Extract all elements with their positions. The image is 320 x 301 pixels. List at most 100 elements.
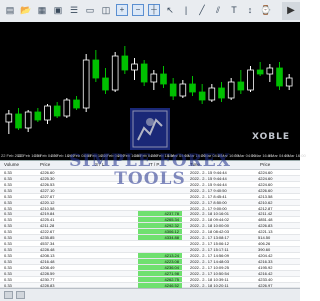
cell-volume: 0.33 — [4, 258, 12, 264]
cell-tp: 4213.24 — [138, 252, 182, 258]
cell-price-current: 4216.42 — [258, 270, 273, 276]
cell-volume: 0.33 — [4, 264, 12, 270]
cell-volume: 0.33 — [4, 187, 12, 193]
cell-time: 2022.. 2.. 18 09:44:02 — [190, 217, 229, 223]
cell-time: 2022.. 2.. 17 9:00:00 — [190, 205, 227, 211]
cell-volume: 0.33 — [4, 181, 12, 187]
column-header-volume[interactable]: Volume — [4, 161, 19, 169]
cell-price-current: 4224.60 — [258, 170, 273, 175]
candle-body[interactable] — [102, 77, 109, 91]
zoom-in-icon[interactable]: + — [116, 4, 128, 16]
cell-tp: 4246.52 — [138, 282, 182, 288]
cell-price-current: 4213.58 — [258, 193, 273, 199]
cell-time: 2022.. 2.. 15 9:44:44 — [190, 181, 227, 187]
candle-body[interactable] — [179, 83, 187, 97]
cell-volume: 0.33 — [4, 276, 12, 282]
candle-body[interactable] — [44, 105, 51, 121]
cell-price: 4226.60 — [40, 170, 55, 175]
cell-price: 4228.59 — [40, 270, 55, 276]
candle-body[interactable] — [140, 63, 148, 83]
candle-body[interactable] — [92, 59, 100, 79]
cell-tp: 4292.32 — [138, 223, 182, 229]
cell-price: 4222.67 — [40, 229, 55, 235]
cell-volume: 0.33 — [4, 211, 12, 217]
candle-body[interactable] — [53, 105, 61, 117]
new-chart-icon[interactable]: ▤ — [4, 4, 16, 16]
candle-body[interactable] — [266, 67, 274, 75]
candle-body[interactable] — [160, 73, 167, 85]
column-header-price-current[interactable]: Price — [260, 161, 270, 169]
cell-volume: 0.33 — [4, 223, 12, 229]
candle-body[interactable] — [227, 81, 235, 99]
period-icon[interactable]: | — [180, 4, 192, 16]
zoom-out-icon[interactable]: − — [132, 4, 144, 16]
cell-price: 4228.48 — [40, 246, 55, 252]
candle-body[interactable] — [63, 99, 71, 117]
cell-price: 4537.34 — [40, 241, 55, 247]
cell-volume: 0.33 — [4, 235, 12, 241]
timeframe-icon[interactable]: ⌚ — [260, 4, 272, 16]
cell-time: 2022.. 2.. 17 10:50:54 — [190, 270, 229, 276]
candle-body[interactable] — [285, 77, 293, 87]
cell-price-current: 4221.13 — [258, 229, 273, 235]
cell-time: 2022.. 2.. 17 15:06:12 — [190, 241, 229, 247]
candle-body[interactable] — [34, 111, 42, 121]
arrows-icon[interactable]: ↕ — [244, 4, 256, 16]
candle-body[interactable] — [150, 73, 158, 83]
status-button-left[interactable] — [4, 291, 13, 299]
candle-body[interactable] — [5, 113, 13, 123]
cell-price: 4227.67 — [40, 193, 55, 199]
column-header-price[interactable]: Price — [40, 161, 50, 169]
profiles-icon[interactable]: ▦ — [36, 4, 48, 16]
text-icon[interactable]: T — [228, 4, 240, 16]
cell-volume: 0.33 — [4, 205, 12, 211]
candle-body[interactable] — [276, 67, 283, 87]
cell-tp: 4237.78 — [138, 211, 182, 217]
candle-body[interactable] — [208, 87, 216, 101]
candle-body[interactable] — [111, 55, 119, 91]
candle-body[interactable] — [73, 99, 80, 109]
candle-body[interactable] — [247, 69, 254, 91]
cell-price-current: 4210.62 — [258, 199, 273, 205]
column-header-sl[interactable]: S / L — [95, 161, 104, 169]
crosshair-icon[interactable]: ┼ — [148, 4, 160, 16]
candle-body[interactable] — [169, 83, 177, 97]
open-icon[interactable]: 📂 — [20, 4, 32, 16]
candle-body[interactable] — [218, 87, 225, 99]
cell-price-current: 4216.33 — [258, 258, 273, 264]
column-header-tp[interactable]: T / P — [150, 161, 159, 169]
cell-price-current: 514.50 — [258, 235, 271, 241]
tester-icon[interactable]: ◫ — [100, 4, 112, 16]
candle-body[interactable] — [131, 63, 138, 71]
cell-time: 2022.. 2.. 17 9:40:50 — [190, 187, 227, 193]
toolbar-scroll-right-icon[interactable]: ▶ — [282, 2, 300, 20]
cell-price-current: 4212.87 — [258, 205, 273, 211]
navigator-icon[interactable]: ☰ — [68, 4, 80, 16]
channel-icon[interactable]: ⫽ — [212, 4, 224, 16]
cell-time: 2022.. 2.. 17 13:08:17 — [190, 235, 229, 241]
candle-body[interactable] — [121, 55, 129, 71]
line-icon[interactable]: ╱ — [196, 4, 208, 16]
cursor-icon[interactable]: ↖ — [164, 4, 176, 16]
terminal-icon[interactable]: ▭ — [84, 4, 96, 16]
cell-volume: 0.33 — [4, 270, 12, 276]
candle-body[interactable] — [82, 59, 90, 109]
cell-tp: 4265.34 — [138, 217, 182, 223]
cell-volume: 0.33 — [4, 170, 12, 175]
chart-window-icon[interactable]: ▣ — [52, 4, 64, 16]
cell-price-current: 4851.48 — [258, 217, 273, 223]
candle-body[interactable] — [15, 113, 22, 129]
candle-body[interactable] — [256, 69, 264, 75]
candle-body[interactable] — [198, 91, 206, 101]
cell-time: 2022.. 2.. 17 10:09:25 — [190, 264, 229, 270]
candle-body[interactable] — [189, 83, 196, 93]
candle-body[interactable] — [237, 81, 245, 91]
status-button-left-2[interactable] — [16, 291, 25, 299]
candle-body[interactable] — [24, 111, 32, 129]
time-axis-label: 4 Mar 16:00 — [284, 153, 306, 158]
column-header-time[interactable]: Time — [190, 161, 200, 169]
cell-price: 4228.83 — [40, 282, 55, 288]
cell-price-current: 4224.60 — [258, 175, 273, 181]
cell-price-current: 4226.97 — [258, 282, 273, 288]
table-body: 0.33 4226.60 2022.. 2.. 15 9:44:44 4224.60 0… — [0, 170, 300, 289]
